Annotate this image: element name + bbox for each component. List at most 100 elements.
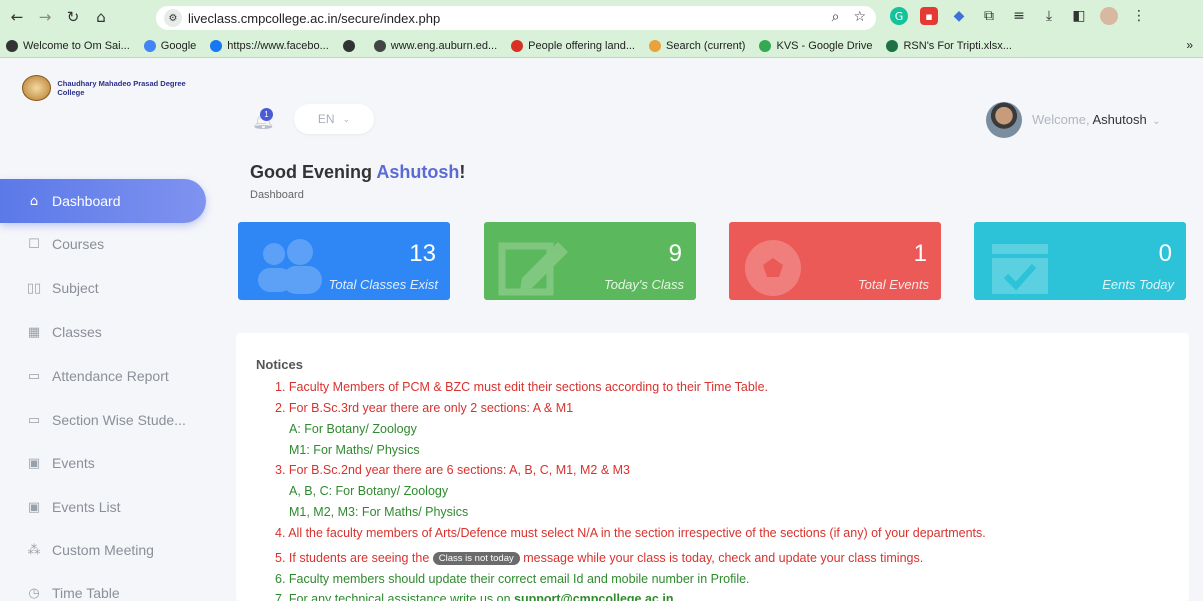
address-bar[interactable]: ⚙ liveclass.cmpcollege.ac.in/secure/inde… bbox=[156, 6, 876, 30]
notice-line: 2. For B.Sc.3rd year there are only 2 se… bbox=[275, 401, 574, 415]
sidebar-item-label: Events List bbox=[52, 499, 121, 515]
bookmark-item[interactable]: www.eng.auburn.ed... bbox=[373, 39, 498, 52]
reading-list-icon[interactable]: ≡ bbox=[1010, 7, 1028, 25]
star-icon[interactable]: ☆ bbox=[853, 9, 866, 25]
event-icon: ▣ bbox=[27, 455, 41, 471]
chevron-down-icon: ⌄ bbox=[1152, 116, 1161, 127]
sidebar-item-attendance-report[interactable]: ▭ Attendance Report bbox=[6, 354, 206, 398]
bookmark-favicon-icon bbox=[886, 39, 899, 52]
top-header: 🔔︎ 1 EN ⌄ Welcome, Ashutosh ⌄ bbox=[220, 58, 1203, 148]
bookmark-item[interactable]: Search (current) bbox=[649, 39, 745, 52]
bookmark-item[interactable]: Google bbox=[143, 39, 196, 52]
home-icon: ⌂ bbox=[29, 193, 39, 209]
user-menu[interactable]: Welcome, Ashutosh ⌄ bbox=[1032, 112, 1161, 127]
greeting-suffix: ! bbox=[459, 162, 466, 182]
notice-text: 5. If students are seeing the bbox=[275, 551, 430, 565]
book-icon: ▯▯ bbox=[26, 280, 42, 296]
notice-text: 7. For any technical assistance write us… bbox=[275, 592, 511, 601]
notice-line: 6. Faculty members should update their c… bbox=[275, 572, 750, 586]
sidebar-item-label: Attendance Report bbox=[52, 368, 169, 384]
logo-title: Chaudhary Mahadeo Prasad Degree College bbox=[57, 79, 186, 97]
bookmark-favicon-icon bbox=[210, 39, 223, 52]
greeting-text: Good Evening bbox=[250, 162, 373, 182]
bookmark-item[interactable]: Welcome to Om Sai... bbox=[6, 39, 130, 52]
language-select[interactable]: EN ⌄ bbox=[294, 104, 374, 134]
bookmark-label: Welcome to Om Sai... bbox=[23, 39, 130, 52]
breadcrumb: Dashboard bbox=[250, 189, 304, 201]
stat-card[interactable]: 13 Total Classes Exist bbox=[238, 222, 450, 300]
sidebar-item-subject[interactable]: ▯▯ Subject bbox=[6, 266, 206, 310]
clock-icon: ◷ bbox=[28, 585, 40, 601]
support-email-link[interactable]: support@cmpcollege.ac.in bbox=[514, 592, 673, 601]
college-logo[interactable]: Chaudhary Mahadeo Prasad Degree College bbox=[22, 70, 192, 106]
sidebar-item-label: Classes bbox=[52, 324, 102, 340]
sidebar-item-label: Dashboard bbox=[52, 193, 121, 209]
notice-line: A: For Botany/ Zoology bbox=[289, 422, 417, 436]
stat-label: Total Classes Exist bbox=[328, 277, 438, 292]
bookmark-favicon-icon bbox=[143, 39, 156, 52]
url-text[interactable]: liveclass.cmpcollege.ac.in/secure/index.… bbox=[188, 11, 440, 26]
side-panel-icon[interactable]: ◧ bbox=[1070, 7, 1088, 25]
calendar-check-icon bbox=[988, 236, 1068, 300]
reload-icon[interactable]: ↻ bbox=[62, 6, 84, 28]
extension-icon[interactable]: ▪ bbox=[920, 7, 938, 25]
sidebar-item-events[interactable]: ▣ Events bbox=[6, 441, 206, 485]
sidebar-item-label: Events bbox=[52, 455, 95, 471]
bookmark-item[interactable]: People offering land... bbox=[511, 39, 635, 52]
notification-badge[interactable]: 1 bbox=[260, 108, 273, 121]
bookmark-item[interactable]: https://www.facebo... bbox=[210, 39, 329, 52]
bookmark-favicon-icon bbox=[759, 39, 772, 52]
greeting-name: Ashutosh bbox=[376, 162, 460, 182]
notice-line: M1, M2, M3: For Maths/ Physics bbox=[289, 505, 469, 519]
monitor-icon: ▭ bbox=[27, 412, 41, 428]
sidebar-item-label: Custom Meeting bbox=[52, 542, 154, 558]
stat-card[interactable]: 0 Eents Today bbox=[974, 222, 1186, 300]
site-info-icon[interactable]: ⚙ bbox=[164, 9, 182, 27]
menu-icon[interactable]: ⋮ bbox=[1130, 7, 1148, 25]
profile-icon[interactable] bbox=[1100, 7, 1118, 25]
home-icon[interactable]: ⌂ bbox=[90, 6, 112, 28]
bookmark-label: RSN's For Tripti.xlsx... bbox=[903, 39, 1012, 52]
stat-card[interactable]: 1 Total Events bbox=[729, 222, 941, 300]
sidebar-item-dashboard[interactable]: ⌂ Dashboard bbox=[0, 179, 206, 223]
grammarly-icon[interactable]: G bbox=[890, 7, 908, 25]
bookmark-label: People offering land... bbox=[528, 39, 635, 52]
sidebar-item-courses[interactable]: ☐ Courses bbox=[6, 222, 206, 266]
stat-card[interactable]: 9 Today's Class bbox=[484, 222, 696, 300]
sidebar-item-section-wise-stude[interactable]: ▭ Section Wise Stude... bbox=[6, 398, 206, 442]
page-title: Good Evening Ashutosh! bbox=[250, 162, 465, 183]
avatar[interactable] bbox=[986, 102, 1022, 138]
notice-line: M1: For Maths/ Physics bbox=[289, 443, 420, 457]
stat-label: Total Events bbox=[857, 277, 929, 292]
language-value: EN bbox=[317, 112, 335, 126]
back-icon[interactable]: ← bbox=[6, 6, 28, 28]
notice-line: 3. For B.Sc.2nd year there are 6 section… bbox=[275, 463, 631, 477]
sidebar-item-time-table[interactable]: ◷ Time Table bbox=[6, 571, 206, 601]
notice-text: message while your class is today, check… bbox=[523, 551, 924, 565]
stat-value: 1 bbox=[913, 240, 927, 267]
sidebar-item-label: Section Wise Stude... bbox=[52, 412, 186, 428]
bookmark-item[interactable] bbox=[342, 39, 360, 52]
sidebar-item-events-list[interactable]: ▣ Events List bbox=[6, 485, 206, 529]
bookmarks-bar: Welcome to Om Sai... Google https://www.fa… bbox=[0, 34, 1203, 58]
bookmark-favicon-icon bbox=[373, 39, 386, 52]
puzzle-icon[interactable]: ⧉ bbox=[980, 7, 998, 25]
bookmark-item[interactable]: KVS - Google Drive bbox=[759, 39, 872, 52]
download-icon[interactable]: ⤓ bbox=[1040, 7, 1058, 25]
extension-icon[interactable]: ◆ bbox=[950, 7, 968, 25]
notice-line: 1. Faculty Members of PCM & BZC must edi… bbox=[275, 380, 769, 394]
bookmarks-overflow-icon[interactable]: » bbox=[1186, 38, 1193, 52]
notice-line: 4. All the faculty members of Arts/Defen… bbox=[275, 526, 986, 540]
bookmark-label: www.eng.auburn.ed... bbox=[390, 39, 498, 52]
bookmark-favicon-icon bbox=[342, 39, 355, 52]
zoom-icon[interactable]: ⌕ bbox=[832, 9, 840, 25]
sidebar-item-classes[interactable]: ▦ Classes bbox=[6, 310, 206, 354]
bookmark-label: https://www.facebo... bbox=[227, 39, 329, 52]
college-seal-icon bbox=[22, 75, 52, 101]
bookmark-item[interactable]: RSN's For Tripti.xlsx... bbox=[886, 39, 1012, 52]
notice-line: 5. If students are seeing the Class is n… bbox=[275, 551, 923, 565]
stat-value: 0 bbox=[1158, 240, 1172, 267]
user-name: Ashutosh bbox=[1092, 112, 1147, 127]
sidebar-item-custom-meeting[interactable]: ⁂ Custom Meeting bbox=[6, 528, 206, 572]
forward-icon[interactable]: → bbox=[34, 6, 56, 28]
